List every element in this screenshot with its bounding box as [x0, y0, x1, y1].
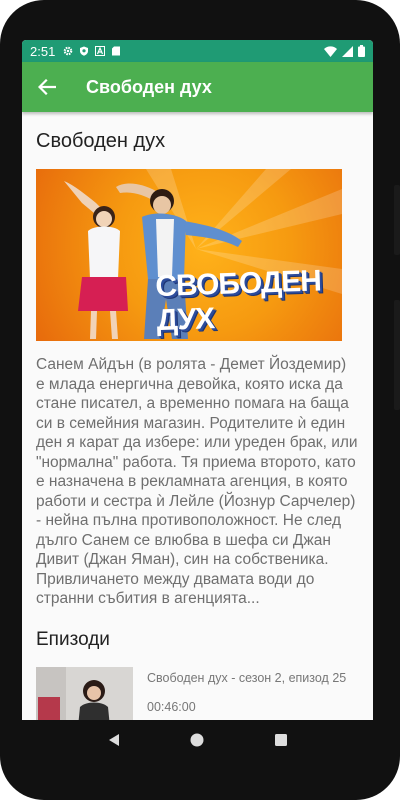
- show-description: Санем Айдън (в ролята - Демет Йоздемир) …: [36, 356, 358, 607]
- episode-name: Свободен дух - сезон 2, епизод 25: [147, 670, 347, 685]
- system-nav-bar: [22, 720, 373, 760]
- show-poster: СВОБОДЕН ДУХ: [36, 169, 342, 341]
- back-triangle-icon[interactable]: [107, 733, 121, 747]
- detail-content[interactable]: Свободен дух СВОБОДЕН ДУХ Санем Айдън (в…: [22, 112, 373, 720]
- show-title: Свободен дух: [36, 130, 166, 152]
- episode-item[interactable]: Свободен дух - сезон 2, епизод 25 00:46:…: [36, 666, 359, 721]
- screen: 2:51 Свободен дух Свободен дух СВОБОДЕН …: [22, 40, 373, 720]
- arrow-back-icon: [38, 79, 56, 95]
- home-circle-icon[interactable]: [190, 733, 204, 747]
- episode-thumbnail: [36, 666, 133, 720]
- shield-icon: [80, 46, 89, 56]
- status-bar: 2:51: [22, 40, 373, 62]
- app-bar-title: Свободен дух: [86, 76, 212, 97]
- wifi-icon: [324, 45, 337, 57]
- gear-icon: [64, 46, 73, 56]
- volume-button: [394, 185, 400, 255]
- episode-duration: 00:46:00: [147, 699, 196, 714]
- episode-thumbnail-image: [36, 666, 133, 720]
- status-time: 2:51: [30, 43, 56, 59]
- sd-card-icon: [112, 46, 121, 56]
- battery-icon: [358, 45, 365, 57]
- episodes-heading: Епизоди: [36, 628, 110, 650]
- power-button: [394, 300, 400, 410]
- recents-square-icon[interactable]: [274, 733, 288, 747]
- app-bar: Свободен дух: [22, 62, 373, 112]
- back-button[interactable]: [22, 62, 72, 112]
- episode-info: Свободен дух - сезон 2, епизод 25 00:46:…: [147, 667, 346, 721]
- phone-frame: 2:51 Свободен дух Свободен дух СВОБОДЕН …: [0, 0, 400, 800]
- a-icon: [95, 46, 106, 56]
- status-right-icons: [324, 45, 365, 57]
- poster-title: СВОБОДЕН ДУХ: [154, 264, 322, 338]
- signal-icon: [342, 45, 353, 57]
